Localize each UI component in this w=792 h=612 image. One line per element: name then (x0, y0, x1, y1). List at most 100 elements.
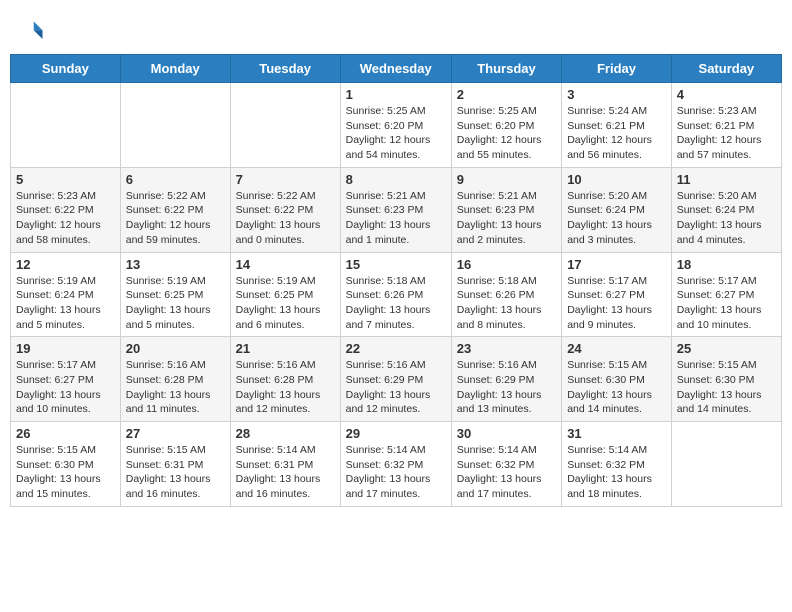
day-cell: 3 Sunrise: 5:24 AM Sunset: 6:21 PM Daylig… (562, 83, 672, 168)
day-info: Sunrise: 5:15 AM Sunset: 6:31 PM Dayligh… (126, 443, 225, 502)
day-info: Sunrise: 5:17 AM Sunset: 6:27 PM Dayligh… (677, 274, 776, 333)
day-number: 27 (126, 426, 225, 441)
day-cell: 18 Sunrise: 5:17 AM Sunset: 6:27 PM Dayli… (671, 252, 781, 337)
day-number: 16 (457, 257, 556, 272)
day-cell: 27 Sunrise: 5:15 AM Sunset: 6:31 PM Dayli… (120, 422, 230, 507)
day-number: 28 (236, 426, 335, 441)
week-row-4: 19Sunrise: 5:17 AM Sunset: 6:27 PM Dayli… (11, 337, 782, 422)
day-info: Sunrise: 5:16 AM Sunset: 6:29 PM Dayligh… (457, 358, 556, 417)
day-info: Sunrise: 5:25 AM Sunset: 6:20 PM Dayligh… (457, 104, 556, 163)
day-cell: 8 Sunrise: 5:21 AM Sunset: 6:23 PM Daylig… (340, 167, 451, 252)
day-number: 15 (346, 257, 446, 272)
day-cell: 23 Sunrise: 5:16 AM Sunset: 6:29 PM Dayli… (451, 337, 561, 422)
page-container: SundayMondayTuesdayWednesdayThursdayFrid… (10, 10, 782, 507)
logo-icon (18, 18, 46, 46)
day-info: Sunrise: 5:23 AM Sunset: 6:21 PM Dayligh… (677, 104, 776, 163)
day-cell: 28 Sunrise: 5:14 AM Sunset: 6:31 PM Dayli… (230, 422, 340, 507)
day-number: 26 (16, 426, 115, 441)
day-info: Sunrise: 5:14 AM Sunset: 6:31 PM Dayligh… (236, 443, 335, 502)
day-header-wednesday: Wednesday (340, 55, 451, 83)
day-number: 3 (567, 87, 666, 102)
day-info: Sunrise: 5:19 AM Sunset: 6:25 PM Dayligh… (236, 274, 335, 333)
day-header-monday: Monday (120, 55, 230, 83)
day-cell: 17Sunrise: 5:17 AM Sunset: 6:27 PM Dayli… (562, 252, 672, 337)
day-cell: 22Sunrise: 5:16 AM Sunset: 6:29 PM Dayli… (340, 337, 451, 422)
day-cell: 9Sunrise: 5:21 AM Sunset: 6:23 PM Daylig… (451, 167, 561, 252)
day-number: 12 (16, 257, 115, 272)
day-number: 20 (126, 341, 225, 356)
day-info: Sunrise: 5:15 AM Sunset: 6:30 PM Dayligh… (567, 358, 666, 417)
day-header-tuesday: Tuesday (230, 55, 340, 83)
day-cell: 6Sunrise: 5:22 AM Sunset: 6:22 PM Daylig… (120, 167, 230, 252)
day-info: Sunrise: 5:17 AM Sunset: 6:27 PM Dayligh… (16, 358, 115, 417)
logo (18, 18, 50, 46)
day-cell: 5 Sunrise: 5:23 AM Sunset: 6:22 PM Daylig… (11, 167, 121, 252)
day-info: Sunrise: 5:14 AM Sunset: 6:32 PM Dayligh… (457, 443, 556, 502)
day-number: 29 (346, 426, 446, 441)
day-header-thursday: Thursday (451, 55, 561, 83)
day-number: 14 (236, 257, 335, 272)
day-info: Sunrise: 5:21 AM Sunset: 6:23 PM Dayligh… (346, 189, 446, 248)
day-number: 17 (567, 257, 666, 272)
day-cell: 2 Sunrise: 5:25 AM Sunset: 6:20 PM Daylig… (451, 83, 561, 168)
header (10, 10, 782, 54)
day-number: 18 (677, 257, 776, 272)
day-cell: 14 Sunrise: 5:19 AM Sunset: 6:25 PM Dayli… (230, 252, 340, 337)
day-number: 11 (677, 172, 776, 187)
day-header-row: SundayMondayTuesdayWednesdayThursdayFrid… (11, 55, 782, 83)
day-cell: 7Sunrise: 5:22 AM Sunset: 6:22 PM Daylig… (230, 167, 340, 252)
day-cell: 15 Sunrise: 5:18 AM Sunset: 6:26 PM Dayli… (340, 252, 451, 337)
day-info: Sunrise: 5:25 AM Sunset: 6:20 PM Dayligh… (346, 104, 446, 163)
day-cell (671, 422, 781, 507)
day-cell: 24 Sunrise: 5:15 AM Sunset: 6:30 PM Dayli… (562, 337, 672, 422)
day-info: Sunrise: 5:23 AM Sunset: 6:22 PM Dayligh… (16, 189, 115, 248)
day-number: 23 (457, 341, 556, 356)
day-info: Sunrise: 5:20 AM Sunset: 6:24 PM Dayligh… (567, 189, 666, 248)
day-number: 31 (567, 426, 666, 441)
day-cell: 4 Sunrise: 5:23 AM Sunset: 6:21 PM Daylig… (671, 83, 781, 168)
day-cell: 29Sunrise: 5:14 AM Sunset: 6:32 PM Dayli… (340, 422, 451, 507)
week-row-5: 26 Sunrise: 5:15 AM Sunset: 6:30 PM Dayli… (11, 422, 782, 507)
day-cell (230, 83, 340, 168)
day-number: 25 (677, 341, 776, 356)
day-cell: 20 Sunrise: 5:16 AM Sunset: 6:28 PM Dayli… (120, 337, 230, 422)
day-number: 5 (16, 172, 115, 187)
day-info: Sunrise: 5:18 AM Sunset: 6:26 PM Dayligh… (346, 274, 446, 333)
day-info: Sunrise: 5:16 AM Sunset: 6:29 PM Dayligh… (346, 358, 446, 417)
day-number: 13 (126, 257, 225, 272)
day-info: Sunrise: 5:16 AM Sunset: 6:28 PM Dayligh… (126, 358, 225, 417)
day-number: 8 (346, 172, 446, 187)
calendar-body: 1 Sunrise: 5:25 AM Sunset: 6:20 PM Daylig… (11, 83, 782, 507)
day-header-friday: Friday (562, 55, 672, 83)
day-number: 1 (346, 87, 446, 102)
day-number: 30 (457, 426, 556, 441)
calendar-table: SundayMondayTuesdayWednesdayThursdayFrid… (10, 54, 782, 507)
day-number: 4 (677, 87, 776, 102)
day-cell: 26 Sunrise: 5:15 AM Sunset: 6:30 PM Dayli… (11, 422, 121, 507)
week-row-3: 12 Sunrise: 5:19 AM Sunset: 6:24 PM Dayli… (11, 252, 782, 337)
day-info: Sunrise: 5:22 AM Sunset: 6:22 PM Dayligh… (236, 189, 335, 248)
day-info: Sunrise: 5:24 AM Sunset: 6:21 PM Dayligh… (567, 104, 666, 163)
day-info: Sunrise: 5:18 AM Sunset: 6:26 PM Dayligh… (457, 274, 556, 333)
day-cell: 30 Sunrise: 5:14 AM Sunset: 6:32 PM Dayli… (451, 422, 561, 507)
day-info: Sunrise: 5:15 AM Sunset: 6:30 PM Dayligh… (677, 358, 776, 417)
day-number: 2 (457, 87, 556, 102)
day-info: Sunrise: 5:19 AM Sunset: 6:24 PM Dayligh… (16, 274, 115, 333)
day-cell: 19Sunrise: 5:17 AM Sunset: 6:27 PM Dayli… (11, 337, 121, 422)
day-cell (11, 83, 121, 168)
day-header-saturday: Saturday (671, 55, 781, 83)
day-cell (120, 83, 230, 168)
day-info: Sunrise: 5:14 AM Sunset: 6:32 PM Dayligh… (567, 443, 666, 502)
day-info: Sunrise: 5:16 AM Sunset: 6:28 PM Dayligh… (236, 358, 335, 417)
day-cell: 12 Sunrise: 5:19 AM Sunset: 6:24 PM Dayli… (11, 252, 121, 337)
day-number: 9 (457, 172, 556, 187)
week-row-2: 5 Sunrise: 5:23 AM Sunset: 6:22 PM Daylig… (11, 167, 782, 252)
day-cell: 21Sunrise: 5:16 AM Sunset: 6:28 PM Dayli… (230, 337, 340, 422)
day-cell: 16 Sunrise: 5:18 AM Sunset: 6:26 PM Dayli… (451, 252, 561, 337)
day-header-sunday: Sunday (11, 55, 121, 83)
week-row-1: 1 Sunrise: 5:25 AM Sunset: 6:20 PM Daylig… (11, 83, 782, 168)
day-info: Sunrise: 5:15 AM Sunset: 6:30 PM Dayligh… (16, 443, 115, 502)
day-number: 6 (126, 172, 225, 187)
day-cell: 13Sunrise: 5:19 AM Sunset: 6:25 PM Dayli… (120, 252, 230, 337)
day-number: 24 (567, 341, 666, 356)
